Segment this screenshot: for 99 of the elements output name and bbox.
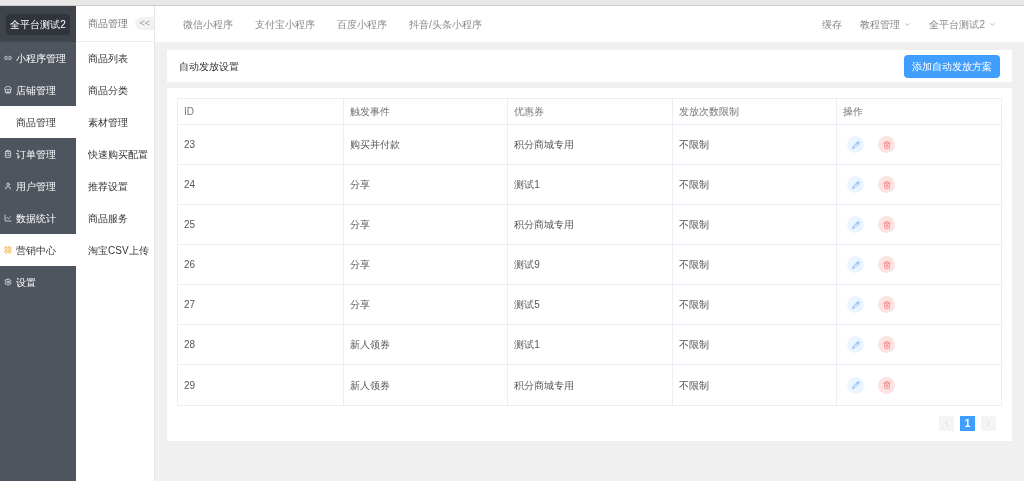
settings-icon [4,278,12,286]
delete-button[interactable] [878,336,896,353]
table-cell: 分享 [342,285,508,324]
delete-button[interactable] [878,216,896,233]
column-header: 操作 [836,99,1001,124]
table-cell-text: 27 [183,298,197,312]
trash-icon [882,140,891,149]
table-cell: 不限制 [671,365,837,405]
submenu-item[interactable]: 快速购买配置 [76,138,154,170]
submenu-item[interactable]: 商品列表 [76,42,154,74]
chart-icon [4,214,12,222]
table-cell: 积分商城专用 [507,125,672,164]
delete-button[interactable] [878,176,896,193]
shop-icon [4,86,12,94]
column-header: 触发事件 [342,99,508,124]
trash-icon [882,220,891,229]
edit-button[interactable] [847,336,865,353]
delete-button[interactable] [878,136,896,153]
pencil-icon [851,180,860,189]
submenu-item[interactable]: 商品服务 [76,202,154,234]
table-cell: 新人领券 [342,325,508,364]
chevron-left-icon [943,420,950,427]
table-cell: 不限制 [671,205,837,244]
delete-button[interactable] [878,296,896,313]
table-cell: 不限制 [671,125,837,164]
sidebar-item[interactable]: 小程序管理 [0,42,76,74]
table-cell: 分享 [342,205,508,244]
sidebar-item[interactable]: 订单管理 [0,138,76,170]
pencil-icon [851,300,860,309]
pencil-icon [851,260,860,269]
trash-icon [882,300,891,309]
table-cell: 积分商城专用 [507,365,672,405]
table-cell: 分享 [342,165,508,204]
submenu-item[interactable]: 推荐设置 [76,170,154,202]
table-cell: 测试5 [507,285,672,324]
sidebar-item[interactable]: 营销中心 [0,234,76,266]
platform-tab[interactable]: 百度小程序 [337,16,387,32]
trash-icon [882,340,891,349]
brand-badge: 全平台测试2 [6,13,70,35]
trash-icon [882,180,891,189]
sidebar-item[interactable]: 设置 [0,266,76,298]
column-header: 优惠券 [507,99,672,124]
edit-button[interactable] [847,256,865,273]
table-cell: 不限制 [671,165,837,204]
submenu-item[interactable]: 商品分类 [76,74,154,106]
chevron-down-icon [989,20,996,28]
sidebar-item[interactable]: 店铺管理 [0,74,76,106]
edit-button[interactable] [847,216,865,233]
trash-icon [882,381,891,389]
grid-icon [4,246,12,254]
sidebar-item[interactable]: 数据统计 [0,202,76,234]
table-cell-text: 25 [183,218,197,232]
top-menu-item[interactable]: 缓存 [822,16,843,32]
top-menu-item[interactable]: 教程管理 [860,16,912,32]
table-cell: 购买并付款 [342,125,508,164]
column-header: 发放次数限制 [671,99,837,124]
chevron-down-icon [904,20,912,28]
user-icon [4,182,12,190]
table-cell-text: 28 [183,338,197,352]
trash-icon [882,260,891,269]
link-icon [4,54,12,62]
table-cell: 不限制 [671,325,837,364]
table-cell: 测试1 [507,165,672,204]
table-cell: 分享 [342,245,508,284]
chevron-right-icon [985,420,992,427]
table-cell: 新人领券 [342,365,508,405]
edit-button[interactable] [847,136,865,153]
top-menu-item[interactable]: 全平台测试2 [929,16,996,32]
pencil-icon [851,340,860,349]
edit-button[interactable] [847,176,865,193]
table-cell-text: 29 [183,378,197,393]
delete-button[interactable] [878,256,896,273]
platform-tab[interactable]: 抖音/头条小程序 [409,16,482,32]
edit-button[interactable] [847,376,865,394]
platform-tab[interactable]: 微信小程序 [183,16,233,32]
table-cell: 积分商城专用 [507,205,672,244]
table-cell-text: 26 [183,258,197,272]
table-cell: 不限制 [671,245,837,284]
clipboard-icon [4,150,12,158]
sidebar-item[interactable]: 商品管理 [0,106,76,138]
submenu-title: 商品管理 [88,17,128,31]
delete-button[interactable] [878,376,896,394]
pencil-icon [851,140,860,149]
table-cell: 测试9 [507,245,672,284]
table-cell-text: 24 [183,178,197,192]
submenu-item[interactable]: 素材管理 [76,106,154,138]
sidebar-item[interactable]: 用户管理 [0,170,76,202]
submenu-item[interactable]: 淘宝CSV上传 [76,234,154,266]
table-cell: 测试1 [507,325,672,364]
panel-title: 自动发放设置 [179,59,239,74]
next-page-button[interactable] [981,416,996,431]
table-cell: 不限制 [671,285,837,324]
column-header: ID [183,105,195,119]
edit-button[interactable] [847,296,865,313]
table-cell-text: 23 [183,138,197,152]
prev-page-button[interactable] [939,416,954,431]
pencil-icon [851,381,860,389]
platform-tab[interactable]: 支付宝小程序 [255,16,315,32]
pencil-icon [851,220,860,229]
